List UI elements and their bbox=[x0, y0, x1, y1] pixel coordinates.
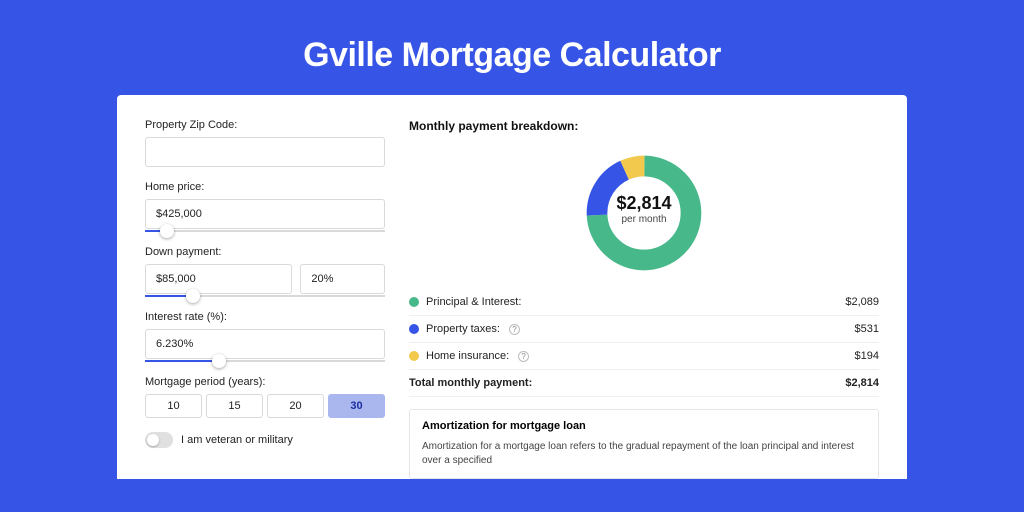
down-payment-block: Down payment: bbox=[145, 246, 385, 297]
legend-amount: $194 bbox=[855, 350, 879, 362]
period-option-10[interactable]: 10 bbox=[145, 394, 202, 418]
veteran-label: I am veteran or military bbox=[181, 434, 293, 446]
amortization-box: Amortization for mortgage loan Amortizat… bbox=[409, 409, 879, 479]
down-payment-slider[interactable] bbox=[145, 295, 385, 297]
info-icon[interactable]: ? bbox=[518, 351, 529, 362]
period-group: 10 15 20 30 bbox=[145, 394, 385, 418]
dot-icon bbox=[409, 297, 419, 307]
zip-field-block: Property Zip Code: bbox=[145, 119, 385, 167]
legend-row-taxes: Property taxes: ? $531 bbox=[409, 316, 879, 343]
slider-thumb[interactable] bbox=[186, 289, 200, 303]
page-title: Gville Mortgage Calculator bbox=[0, 0, 1024, 95]
zip-input[interactable] bbox=[145, 137, 385, 167]
veteran-row: I am veteran or military bbox=[145, 432, 385, 448]
donut-chart: $2,814 per month bbox=[409, 143, 879, 283]
home-price-slider[interactable] bbox=[145, 230, 385, 232]
legend-amount: $2,089 bbox=[845, 296, 879, 308]
breakdown-column: Monthly payment breakdown: $2,814 per mo… bbox=[409, 119, 879, 479]
total-amount: $2,814 bbox=[845, 377, 879, 389]
legend-row-total: Total monthly payment: $2,814 bbox=[409, 370, 879, 397]
donut-center-sub: per month bbox=[582, 214, 706, 225]
calculator-card: Property Zip Code: Home price: Down paym… bbox=[117, 95, 907, 479]
amortization-text: Amortization for a mortgage loan refers … bbox=[422, 440, 866, 468]
home-price-block: Home price: bbox=[145, 181, 385, 232]
legend-row-principal: Principal & Interest: $2,089 bbox=[409, 289, 879, 316]
period-label: Mortgage period (years): bbox=[145, 376, 385, 388]
legend-label: Property taxes: bbox=[426, 323, 500, 335]
interest-slider[interactable] bbox=[145, 360, 385, 362]
interest-input[interactable] bbox=[145, 329, 385, 359]
down-payment-input[interactable] bbox=[145, 264, 292, 294]
dot-icon bbox=[409, 351, 419, 361]
legend-amount: $531 bbox=[855, 323, 879, 335]
period-option-15[interactable]: 15 bbox=[206, 394, 263, 418]
slider-thumb[interactable] bbox=[212, 354, 226, 368]
period-option-30[interactable]: 30 bbox=[328, 394, 385, 418]
info-icon[interactable]: ? bbox=[509, 324, 520, 335]
period-block: Mortgage period (years): 10 15 20 30 bbox=[145, 376, 385, 418]
interest-block: Interest rate (%): bbox=[145, 311, 385, 362]
dot-icon bbox=[409, 324, 419, 334]
home-price-input[interactable] bbox=[145, 199, 385, 229]
amortization-title: Amortization for mortgage loan bbox=[422, 420, 866, 432]
donut-center-amount: $2,814 bbox=[582, 193, 706, 214]
legend-label: Home insurance: bbox=[426, 350, 509, 362]
veteran-toggle[interactable] bbox=[145, 432, 173, 448]
slider-thumb[interactable] bbox=[160, 224, 174, 238]
interest-label: Interest rate (%): bbox=[145, 311, 385, 323]
home-price-label: Home price: bbox=[145, 181, 385, 193]
down-payment-pct-input[interactable] bbox=[300, 264, 385, 294]
legend-label: Principal & Interest: bbox=[426, 296, 521, 308]
breakdown-title: Monthly payment breakdown: bbox=[409, 119, 879, 133]
down-payment-label: Down payment: bbox=[145, 246, 385, 258]
total-label: Total monthly payment: bbox=[409, 377, 532, 389]
period-option-20[interactable]: 20 bbox=[267, 394, 324, 418]
inputs-column: Property Zip Code: Home price: Down paym… bbox=[145, 119, 385, 479]
zip-label: Property Zip Code: bbox=[145, 119, 385, 131]
legend-row-insurance: Home insurance: ? $194 bbox=[409, 343, 879, 370]
